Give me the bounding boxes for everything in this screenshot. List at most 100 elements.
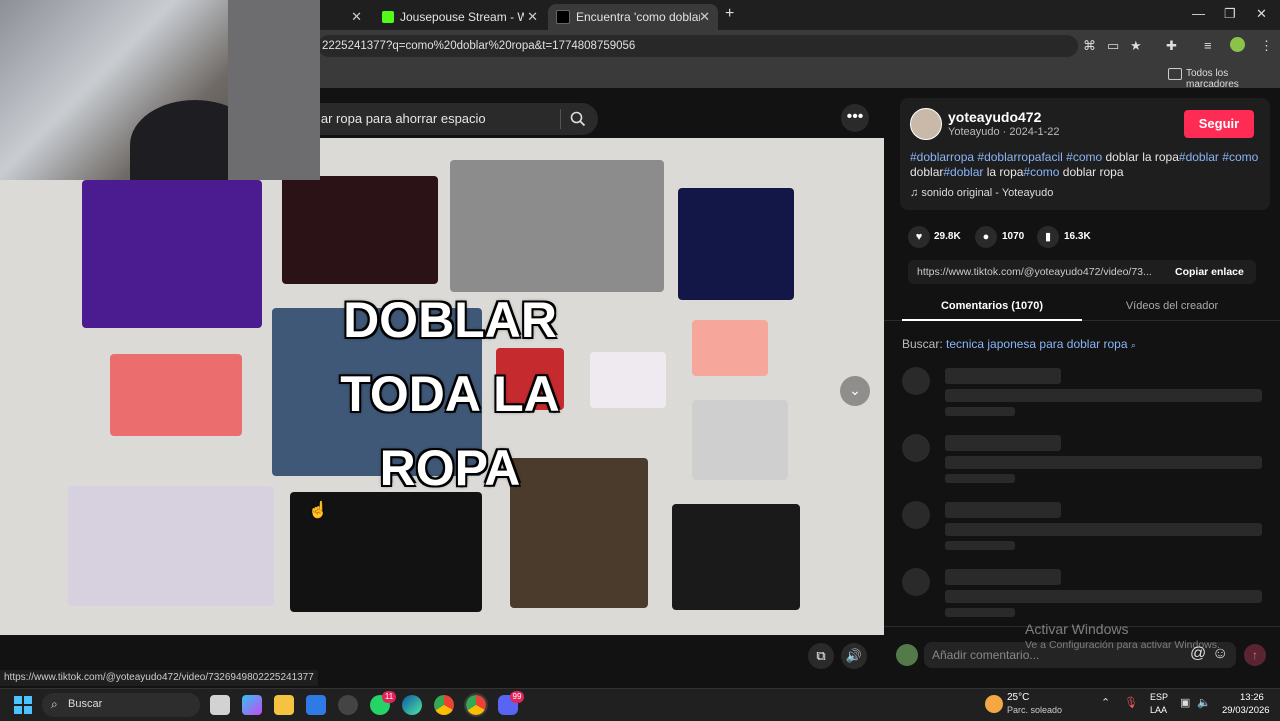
cast-icon[interactable]: ▭ (1107, 38, 1119, 54)
more-options-icon[interactable]: ••• (841, 104, 869, 132)
hashtag-link[interactable]: #como (1066, 150, 1102, 164)
chrome-active-icon[interactable] (464, 693, 488, 717)
pink-towel (110, 354, 242, 436)
post-date: 2024-1-22 (1009, 126, 1060, 138)
extensions-icon[interactable]: ✚ (1166, 38, 1177, 54)
comment-skeleton-avatar (902, 434, 930, 462)
file-explorer-icon[interactable] (274, 695, 294, 715)
profile-avatar[interactable] (1230, 37, 1245, 52)
caption-text: la ropa (983, 165, 1024, 179)
restore-icon[interactable]: ❐ (1224, 6, 1236, 22)
translate-icon[interactable]: ⌘ (1083, 38, 1096, 54)
active-tab-indicator (902, 319, 1082, 321)
taskbar-search[interactable]: ⌕ Buscar (42, 693, 200, 717)
caption-text: doblar (910, 165, 944, 179)
status-bar-url: https://www.tiktok.com/@yoteayudo472/vid… (0, 670, 318, 686)
hashtag-link[interactable]: #doblarropafacil (977, 150, 1062, 164)
comment-icon[interactable]: ● (975, 226, 997, 248)
next-video-chevron-down-icon[interactable]: ⌄ (840, 376, 870, 406)
language-bottom[interactable]: LAA (1150, 705, 1167, 715)
chevron-up-icon[interactable]: ⌃ (1101, 696, 1110, 709)
overlay-line-2: TODA LA (340, 366, 560, 422)
close-window-icon[interactable]: ✕ (1256, 6, 1267, 22)
share-url: https://www.tiktok.com/@yoteayudo472/vid… (917, 266, 1152, 278)
send-arrow-icon[interactable]: ↑ (1244, 644, 1266, 666)
media-icon[interactable]: ≡ (1204, 38, 1212, 53)
whatsapp-badge: 11 (382, 691, 396, 703)
purple-sweater (82, 180, 262, 328)
search-input[interactable]: lar ropa para ahorrar espacio (300, 103, 598, 135)
minimize-icon[interactable]: — (1192, 6, 1205, 21)
menu-icon[interactable]: ⋮ (1260, 38, 1273, 54)
dark-shirt (282, 176, 438, 284)
address-bar[interactable]: 2225241377?q=como%20doblar%20ropa&t=1774… (318, 35, 1078, 57)
follow-button[interactable]: Seguir (1184, 110, 1254, 138)
comment-skeleton-line (945, 474, 1015, 483)
author-username[interactable]: yoteayudo472 (948, 109, 1041, 125)
edge-icon[interactable] (402, 695, 422, 715)
webcam-overlay (0, 0, 320, 180)
microsoft-store-icon[interactable] (306, 695, 326, 715)
windows-taskbar: ⌕ Buscar 11 99 25°C Parc. soleado ⌃ 🎙 ES… (0, 688, 1280, 721)
browser-tab-partial[interactable]: ✕ (320, 4, 370, 30)
weather-temp: 25°C (1007, 692, 1030, 703)
video-overlay-title: DOBLAR TODA LA ROPA (300, 283, 600, 505)
saves-count: 16.3K (1064, 231, 1091, 242)
task-view-icon[interactable] (210, 695, 230, 715)
close-icon[interactable]: ✕ (527, 9, 538, 25)
all-bookmarks-label[interactable]: Todos los marcadores (1186, 68, 1280, 90)
weather-icon[interactable] (985, 695, 1003, 713)
network-icon[interactable]: ▣ (1180, 696, 1190, 709)
author-meta: Yoteayudo · 2024-1-22 (948, 126, 1060, 138)
close-icon[interactable]: ✕ (699, 9, 710, 25)
bookmark-star-icon[interactable]: ★ (1130, 38, 1142, 54)
heart-icon[interactable]: ♥ (908, 226, 930, 248)
video-player[interactable]: DOBLAR TODA LA ROPA ⌄ ☝ (0, 138, 884, 635)
comment-skeleton-line (945, 502, 1061, 518)
grey-socks (692, 400, 788, 480)
kick-icon (382, 11, 394, 23)
music-note-icon: ♫ (910, 187, 922, 199)
tab-comments[interactable]: Comentarios (1070) (902, 300, 1082, 312)
hashtag-link[interactable]: #doblar (943, 165, 983, 179)
weather-desc: Parc. soleado (1007, 705, 1063, 715)
copilot-icon[interactable] (242, 695, 262, 715)
video-details-panel: yoteayudo472 Yoteayudo · 2024-1-22 Segui… (884, 88, 1280, 688)
hashtag-link[interactable]: #doblarropa (910, 150, 974, 164)
user-avatar (896, 644, 918, 666)
volume-icon[interactable]: 🔊 (841, 643, 867, 669)
sound-row[interactable]: ♫ sonido original - Yoteayudo (910, 187, 1053, 199)
activate-windows-title: Activar Windows (1025, 621, 1129, 637)
obs-icon[interactable] (338, 695, 358, 715)
hashtag-link[interactable]: #doblar (1179, 150, 1219, 164)
close-icon[interactable]: ✕ (351, 9, 362, 25)
comment-skeleton-line (945, 569, 1061, 585)
new-tab-button[interactable]: + (725, 5, 734, 23)
copy-link-button[interactable]: Copiar enlace (1175, 266, 1244, 278)
search-icon: ⌕ (1130, 340, 1136, 350)
browser-tab-tiktok[interactable]: Encuentra 'como doblar ropa' e ✕ (548, 4, 718, 30)
chrome-icon[interactable] (434, 695, 454, 715)
hashtag-link[interactable]: #como (1023, 165, 1059, 179)
language-top[interactable]: ESP (1150, 692, 1168, 702)
search-icon[interactable] (570, 111, 586, 127)
browser-tab-jousepouse[interactable]: Jousepouse Stream - Watch Liv ✕ (374, 4, 546, 30)
speaker-icon[interactable]: 🔈 (1197, 696, 1211, 709)
overlay-line-3: ROPA (379, 440, 521, 496)
picture-in-picture-icon[interactable]: ⧉ (808, 643, 834, 669)
clock-time[interactable]: 13:26 (1240, 692, 1264, 703)
windows-start-icon[interactable] (14, 696, 32, 714)
related-search[interactable]: Buscar: tecnica japonesa para doblar rop… (902, 337, 1136, 351)
comment-skeleton-line (945, 541, 1015, 550)
comment-skeleton-avatar (902, 367, 930, 395)
microphone-icon[interactable]: 🎙 (1124, 696, 1138, 709)
bookmark-icon[interactable]: ▮ (1037, 226, 1059, 248)
hashtag-link[interactable]: #como (1222, 150, 1258, 164)
wardrobe-door (228, 0, 320, 180)
mouse-cursor-icon: ☝ (308, 502, 328, 519)
comment-skeleton-line (945, 389, 1262, 402)
tab-creator-videos[interactable]: Vídeos del creador (1082, 300, 1262, 312)
author-avatar[interactable] (910, 108, 942, 140)
comment-skeleton-line (945, 590, 1262, 603)
clock-date[interactable]: 29/03/2026 (1222, 705, 1270, 716)
